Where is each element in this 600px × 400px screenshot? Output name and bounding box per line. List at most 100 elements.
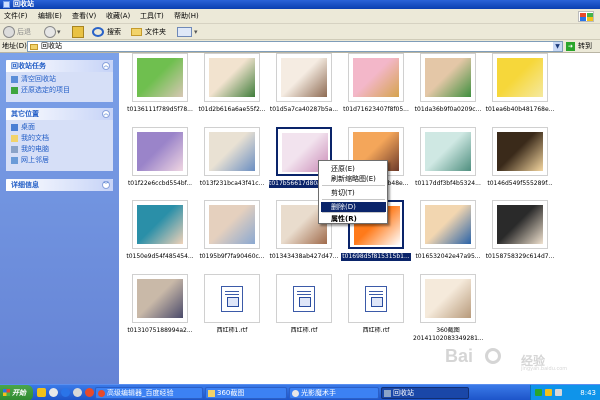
address-field[interactable]: 回收站 ▼ xyxy=(27,41,563,52)
back-button-label[interactable]: 后退 xyxy=(17,26,31,38)
file-name[interactable]: 西红柿1.rtf xyxy=(197,327,267,335)
context-menu-item[interactable]: 还原(E) xyxy=(321,164,386,174)
menu-view[interactable]: 查看(V) xyxy=(72,12,96,21)
up-folder-icon[interactable] xyxy=(72,26,84,38)
quicklaunch-ie-icon[interactable] xyxy=(61,388,70,397)
file-name[interactable]: t01d2b616a6ae55f2... xyxy=(197,106,267,114)
file-thumbnail[interactable] xyxy=(420,274,476,323)
file-name[interactable]: t0150e9d54f485454... xyxy=(125,253,195,261)
file-name[interactable]: t0117ddf3bf4b5324... xyxy=(413,180,483,188)
address-dropdown-icon[interactable]: ▼ xyxy=(553,42,562,51)
menu-separator xyxy=(322,185,385,186)
file-name[interactable]: t01f22e6ccbd554bf... xyxy=(125,180,195,188)
folders-button-label[interactable]: 文件夹 xyxy=(145,26,166,38)
title-bar[interactable]: 回收站 xyxy=(0,0,600,9)
file-name[interactable]: t0158758329c614d7... xyxy=(485,253,555,261)
context-menu-item[interactable]: 属性(R) xyxy=(321,214,386,224)
file-thumbnail[interactable] xyxy=(204,127,260,176)
panel-header-recycle-tasks[interactable]: 回收站任务 xyxy=(6,60,113,72)
file-thumbnail[interactable] xyxy=(420,127,476,176)
folders-icon[interactable] xyxy=(131,28,142,36)
search-button-label[interactable]: 搜索 xyxy=(107,26,121,38)
file-thumbnail[interactable] xyxy=(276,274,332,323)
image-preview xyxy=(137,132,183,171)
empty-recycle-bin-link[interactable]: 清空回收站 xyxy=(11,75,56,84)
views-icon[interactable] xyxy=(177,27,192,37)
quicklaunch-folder-icon[interactable] xyxy=(37,388,46,397)
file-thumbnail[interactable] xyxy=(348,53,404,102)
quicklaunch-browser-icon[interactable] xyxy=(49,388,58,397)
file-name[interactable]: t01343438ab427d47... xyxy=(269,253,339,261)
file-name[interactable]: 西红柿.rtf xyxy=(341,327,411,335)
panel-header-details[interactable]: 详细信息 xyxy=(6,179,113,191)
rtf-document-icon xyxy=(353,279,399,318)
forward-arrow-icon[interactable] xyxy=(44,26,56,38)
file-name[interactable]: t0146d549f555289f... xyxy=(485,180,555,188)
file-thumbnail[interactable] xyxy=(132,200,188,249)
file-name[interactable]: 360截图 20141102083349281... xyxy=(413,327,483,343)
file-name[interactable]: t01ea6b40b481768e... xyxy=(485,106,555,114)
file-thumbnail[interactable] xyxy=(276,53,332,102)
menu-favorites[interactable]: 收藏(A) xyxy=(106,12,130,21)
taskbar-button-photo-editor[interactable]: 光影魔术手 xyxy=(289,387,379,399)
back-arrow-icon[interactable] xyxy=(3,26,15,38)
views-dropdown-icon[interactable]: ▾ xyxy=(194,26,198,38)
taskbar-button-browser[interactable]: 高级编辑器_百度经验 xyxy=(95,387,203,399)
menu-tools[interactable]: 工具(T) xyxy=(140,12,164,21)
file-name[interactable]: t016532042e47a95... xyxy=(413,253,483,261)
my-documents-link[interactable]: 我的文档 xyxy=(11,134,49,143)
context-menu-item[interactable]: 删除(D) xyxy=(321,202,386,212)
file-name[interactable]: t013f231bca43f41c... xyxy=(197,180,267,188)
file-thumbnail[interactable] xyxy=(132,53,188,102)
chevron-down-icon[interactable]: ▾ xyxy=(57,26,63,38)
network-tray-icon[interactable] xyxy=(545,389,552,396)
menu-file[interactable]: 文件(F) xyxy=(4,12,28,21)
file-name[interactable]: t01698d5f815315b1... xyxy=(341,253,411,261)
menu-edit[interactable]: 编辑(E) xyxy=(38,12,62,21)
file-thumbnail[interactable] xyxy=(492,127,548,176)
network-icon xyxy=(11,157,18,164)
file-name[interactable]: t01d71623407f8f05... xyxy=(341,106,411,114)
file-thumbnail[interactable] xyxy=(348,274,404,323)
image-preview xyxy=(137,58,183,97)
file-name[interactable]: t0195b9f7fa90460c... xyxy=(197,253,267,261)
volume-tray-icon[interactable] xyxy=(555,389,562,396)
documents-folder-icon xyxy=(11,135,18,142)
my-computer-link[interactable]: 我的电脑 xyxy=(11,145,49,154)
file-thumbnail[interactable] xyxy=(204,53,260,102)
quicklaunch-app-icon[interactable] xyxy=(85,388,94,397)
taskbar-button-screenshot[interactable]: 360截图 xyxy=(205,387,287,399)
file-thumbnail[interactable] xyxy=(492,200,548,249)
security-tray-icon[interactable] xyxy=(535,389,542,396)
taskbar-button-recycle-bin[interactable]: 回收站 xyxy=(381,387,469,399)
file-name[interactable]: t0131075188994a2... xyxy=(125,327,195,335)
file-thumbnail[interactable] xyxy=(420,53,476,102)
file-name[interactable]: t01da36b9f0a0209c... xyxy=(413,106,483,114)
expand-chevron-icon[interactable]: ︾ xyxy=(102,181,110,189)
restore-selected-link[interactable]: 还原选定的项目 xyxy=(11,86,70,95)
file-thumbnail[interactable] xyxy=(492,53,548,102)
menu-help[interactable]: 帮助(H) xyxy=(174,12,199,21)
file-name[interactable]: t01d5a7ca40287b5a... xyxy=(269,106,339,114)
network-places-link[interactable]: 网上邻居 xyxy=(11,156,49,165)
file-thumbnail[interactable] xyxy=(420,200,476,249)
file-thumbnail[interactable] xyxy=(204,274,260,323)
file-thumbnail[interactable] xyxy=(204,200,260,249)
start-button[interactable]: 开始 xyxy=(0,385,33,400)
collapse-chevron-icon[interactable]: ︽ xyxy=(102,110,110,118)
go-button[interactable]: ➜ 转到 xyxy=(565,41,598,52)
context-menu-item[interactable]: 刷新缩略图(E) xyxy=(321,174,386,184)
file-name[interactable]: 西红柿.rtf xyxy=(269,327,339,335)
panel-header-other-places[interactable]: 其它位置 xyxy=(6,108,113,120)
file-thumbnail[interactable] xyxy=(132,274,188,323)
image-preview xyxy=(497,58,543,97)
file-name[interactable]: t0136111f789d5f78... xyxy=(125,106,195,114)
quicklaunch-player-icon[interactable] xyxy=(73,388,82,397)
context-menu-item[interactable]: 剪切(T) xyxy=(321,188,386,198)
desktop-link[interactable]: 桌面 xyxy=(11,123,35,132)
collapse-chevron-icon[interactable]: ︽ xyxy=(102,62,110,70)
file-thumbnail[interactable] xyxy=(132,127,188,176)
browser-icon xyxy=(98,390,105,397)
image-preview xyxy=(137,279,183,318)
search-icon[interactable] xyxy=(92,27,104,37)
